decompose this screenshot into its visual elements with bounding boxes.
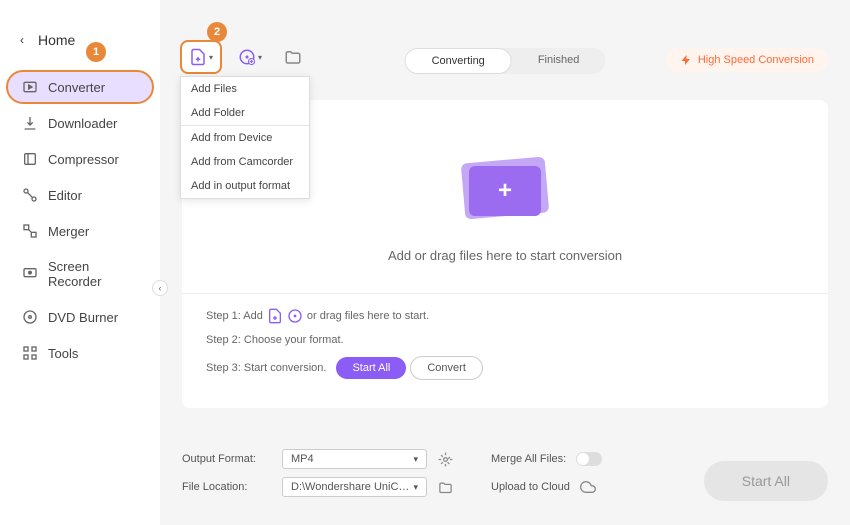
chevron-down-icon: ▾ — [209, 53, 213, 62]
file-location-select[interactable]: D:\Wondershare UniConverter 1 ▾ — [282, 477, 427, 497]
add-dvd-icon — [287, 308, 303, 324]
sidebar-item-tools[interactable]: Tools — [6, 336, 154, 370]
sidebar-item-label: Converter — [48, 80, 105, 95]
dropdown-add-folder[interactable]: Add Folder — [181, 101, 309, 125]
step1-label-b: or drag files here to start. — [307, 310, 429, 322]
sidebar-item-label: DVD Burner — [48, 310, 118, 325]
chevron-down-icon: ▾ — [413, 482, 418, 493]
file-location-label: File Location: — [182, 481, 272, 493]
editor-icon — [22, 187, 38, 203]
home-label: Home — [38, 32, 75, 48]
dropdown-add-in-output-format[interactable]: Add in output format — [181, 174, 309, 198]
upload-cloud-label: Upload to Cloud — [491, 481, 570, 493]
merge-label: Merge All Files: — [491, 453, 566, 465]
tab-converting[interactable]: Converting — [405, 48, 512, 74]
chevron-down-icon: ▾ — [413, 454, 418, 465]
add-file-icon — [189, 48, 207, 66]
sidebar-item-label: Editor — [48, 188, 82, 203]
sidebar-item-compressor[interactable]: Compressor — [6, 142, 154, 176]
back-chevron-icon: ‹ — [20, 33, 24, 47]
dropdown-add-files[interactable]: Add Files — [181, 77, 309, 101]
cloud-icon[interactable] — [580, 479, 596, 495]
add-dvd-icon — [238, 48, 256, 66]
tab-finished[interactable]: Finished — [512, 48, 606, 74]
high-speed-label: High Speed Conversion — [698, 54, 814, 66]
step1-label-a: Step 1: Add — [206, 310, 263, 322]
file-location-value: D:\Wondershare UniConverter 1 — [291, 481, 413, 493]
merge-toggle[interactable] — [576, 452, 602, 466]
sidebar-item-converter[interactable]: Converter — [6, 70, 154, 104]
start-all-button[interactable]: Start All — [336, 357, 406, 379]
folder-icon — [284, 48, 302, 66]
add-file-button[interactable]: ▾ — [180, 40, 222, 74]
collapse-sidebar-button[interactable]: ‹ — [152, 280, 168, 296]
dvd-burner-icon — [22, 309, 38, 325]
sidebar-item-label: Compressor — [48, 152, 119, 167]
chevron-down-icon: ▾ — [258, 53, 262, 62]
sidebar-item-label: Tools — [48, 346, 78, 361]
annotation-badge-1: 1 — [86, 42, 106, 62]
steps-panel: Step 1: Add or drag files here to start.… — [182, 293, 828, 408]
drop-text: Add or drag files here to start conversi… — [202, 248, 808, 263]
output-format-label: Output Format: — [182, 453, 272, 465]
merger-icon — [22, 223, 38, 239]
downloader-icon — [22, 115, 38, 131]
sidebar-item-downloader[interactable]: Downloader — [6, 106, 154, 140]
annotation-badge-2: 2 — [207, 22, 227, 42]
add-dvd-button[interactable]: ▾ — [232, 42, 268, 72]
high-speed-badge[interactable]: High Speed Conversion — [666, 48, 828, 72]
add-folder-button[interactable] — [278, 42, 308, 72]
sidebar-item-label: Screen Recorder — [48, 259, 138, 289]
add-file-dropdown: Add Files Add Folder Add from Device Add… — [180, 76, 310, 199]
sidebar-item-label: Downloader — [48, 116, 117, 131]
compressor-icon — [22, 151, 38, 167]
step2-label: Step 2: Choose your format. — [206, 334, 344, 346]
dropdown-add-from-device[interactable]: Add from Device — [181, 126, 309, 150]
sidebar-back[interactable]: ‹ Home — [0, 24, 160, 56]
output-format-value: MP4 — [291, 453, 314, 465]
tabs: Converting Finished — [405, 48, 606, 74]
tools-icon — [22, 345, 38, 361]
main-area: ‹ ▾ Add Files Add Folder Add from Device… — [160, 0, 850, 525]
screen-recorder-icon — [22, 266, 38, 282]
folder-illustration: + — [455, 150, 555, 220]
sidebar: ‹ Home Converter Downloader Compressor E… — [0, 0, 160, 525]
sidebar-item-screen-recorder[interactable]: Screen Recorder — [6, 250, 154, 298]
start-all-main-button[interactable]: Start All — [704, 461, 828, 501]
output-format-select[interactable]: MP4 ▾ — [282, 449, 427, 469]
dropdown-add-from-camcorder[interactable]: Add from Camcorder — [181, 150, 309, 174]
converter-icon — [22, 79, 38, 95]
add-file-icon — [267, 308, 283, 324]
sidebar-item-editor[interactable]: Editor — [6, 178, 154, 212]
step3-label: Step 3: Start conversion. — [206, 362, 326, 374]
open-folder-icon[interactable] — [437, 479, 453, 495]
convert-button[interactable]: Convert — [410, 356, 483, 380]
sidebar-item-label: Merger — [48, 224, 89, 239]
sidebar-item-dvd-burner[interactable]: DVD Burner — [6, 300, 154, 334]
sidebar-item-merger[interactable]: Merger — [6, 214, 154, 248]
settings-icon[interactable] — [437, 451, 453, 467]
lightning-icon — [680, 54, 692, 66]
bottom-bar: Output Format: MP4 ▾ Merge All Files: Fi… — [160, 435, 850, 525]
